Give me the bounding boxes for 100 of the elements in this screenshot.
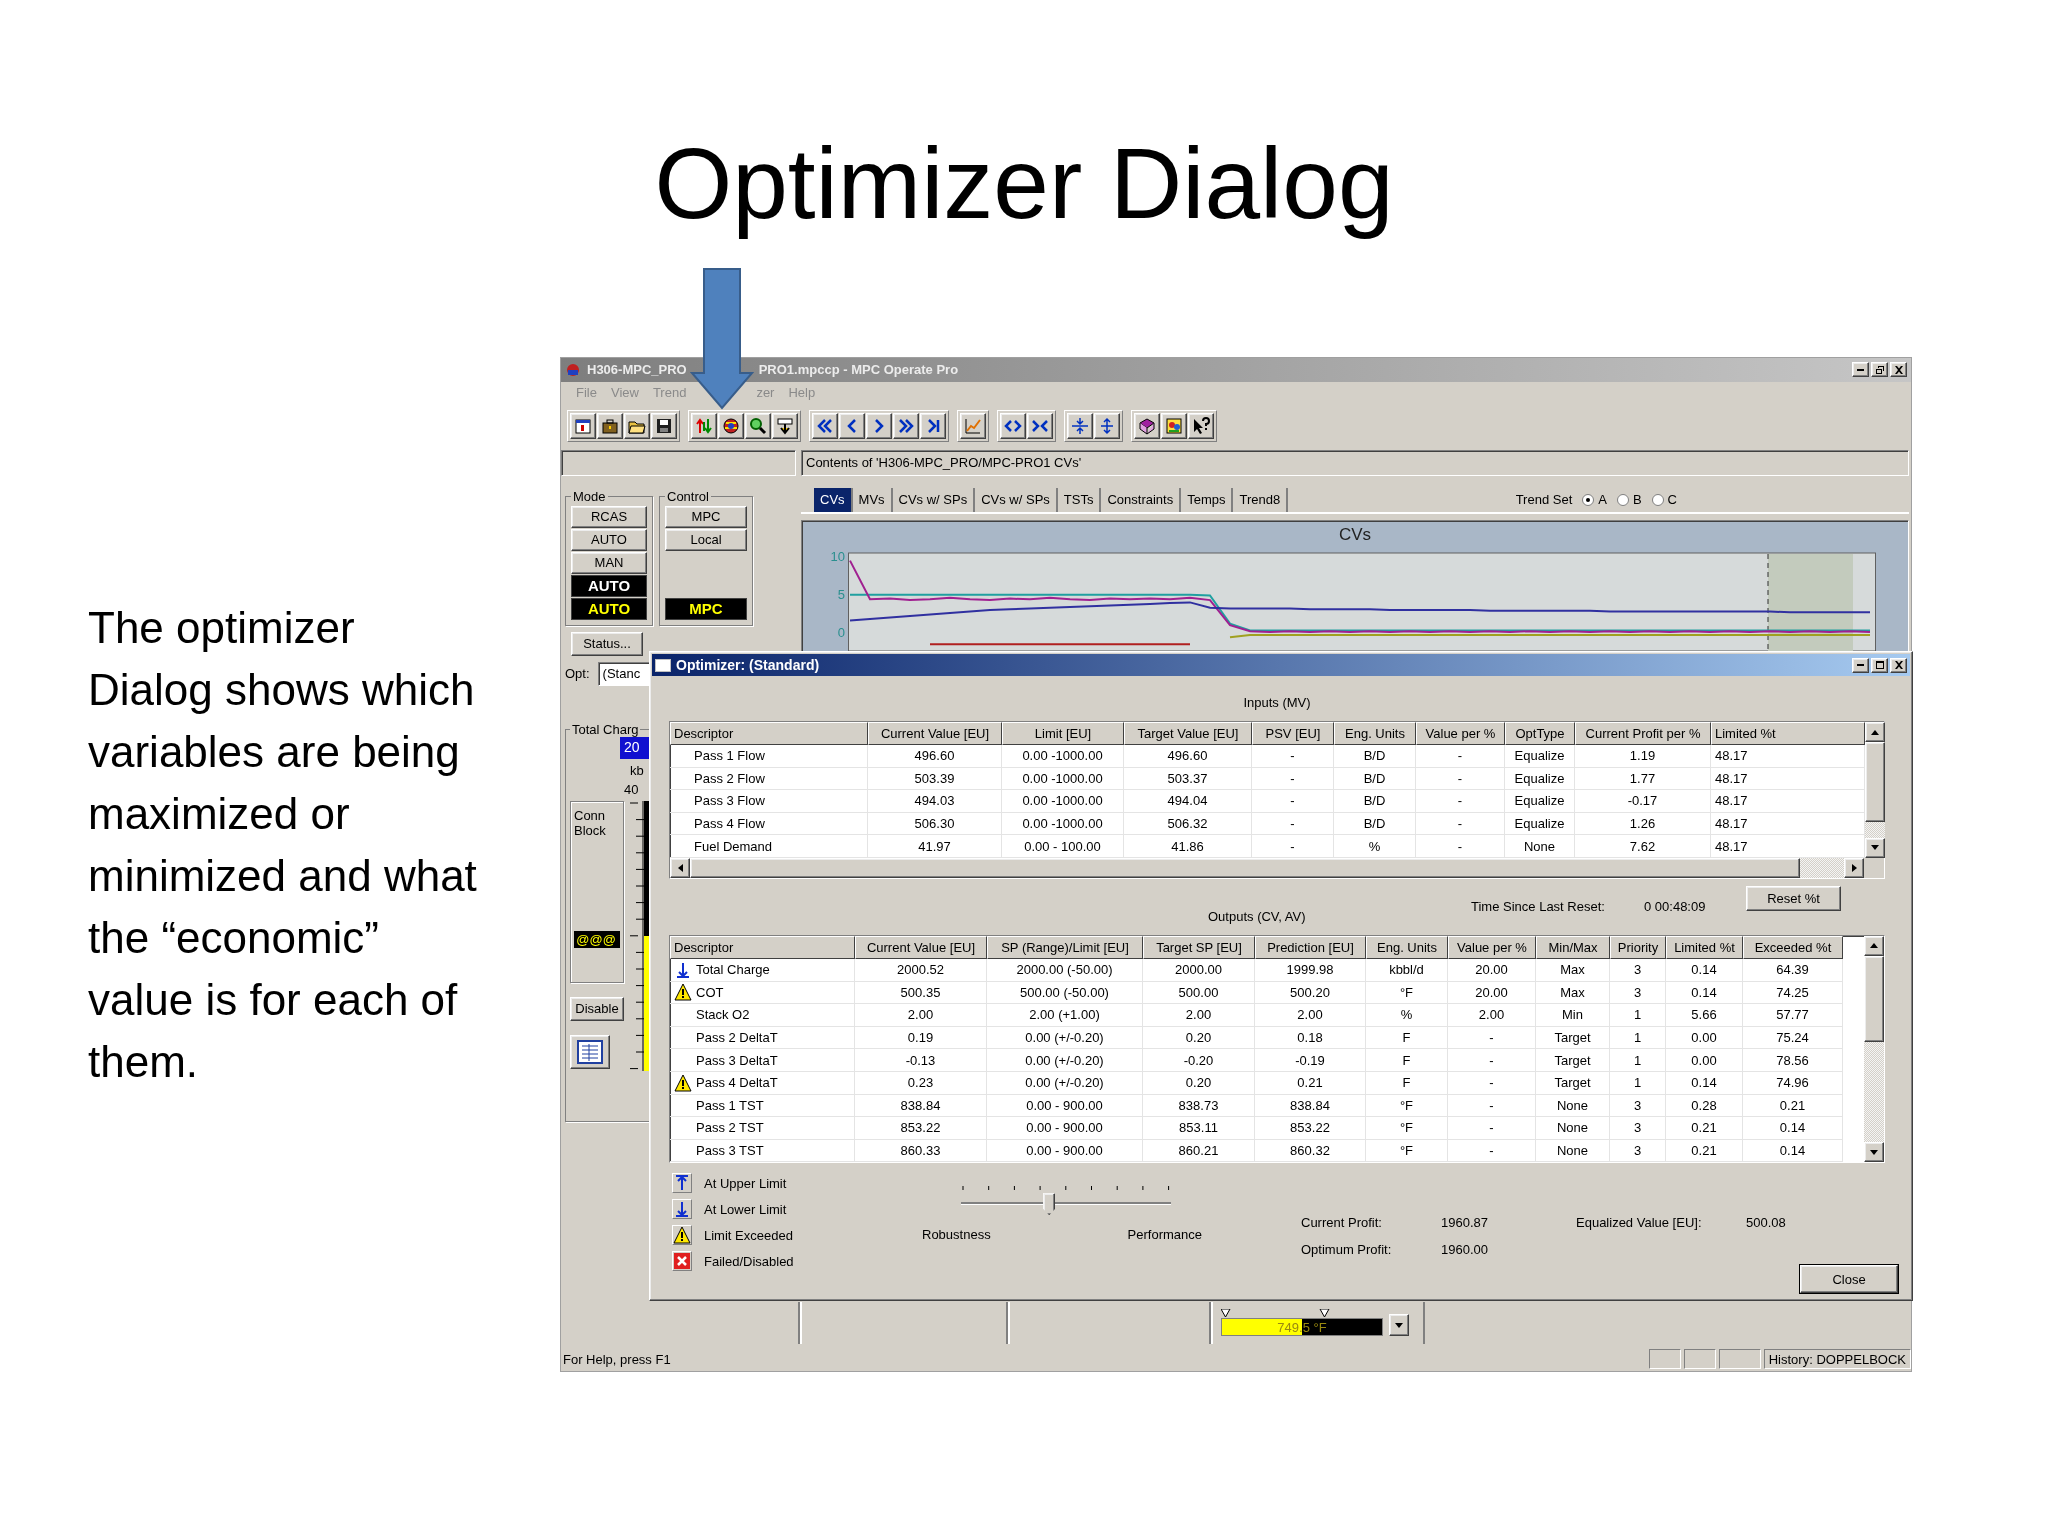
column-header[interactable]: Descriptor — [670, 935, 855, 959]
scrollbar-thumb[interactable] — [1865, 742, 1885, 822]
minimize-button[interactable] — [1852, 657, 1869, 673]
status-button[interactable]: Status... — [571, 631, 643, 656]
table-cell: 0.23 — [907, 1075, 934, 1091]
close-button[interactable] — [1890, 362, 1907, 378]
error-icon — [673, 1252, 691, 1271]
table-cell: Total Charge — [696, 962, 770, 978]
column-header[interactable]: Value per % — [1416, 722, 1505, 745]
mode-button[interactable]: MAN — [571, 551, 647, 574]
column-header[interactable]: Eng. Units — [1366, 935, 1448, 959]
column-header[interactable]: Target SP [EU] — [1143, 935, 1255, 959]
toolbar-button[interactable] — [624, 413, 650, 440]
column-header[interactable]: Priority — [1610, 935, 1666, 959]
mode-button[interactable]: MPC — [665, 505, 747, 528]
column-header[interactable]: Eng. Units — [1334, 722, 1416, 745]
dialog-title: Optimizer: (Standard) — [676, 657, 820, 673]
column-header[interactable]: Limit [EU] — [1002, 722, 1124, 745]
column-header[interactable]: SP (Range)/Limit [EU] — [987, 935, 1143, 959]
toolbar-button[interactable] — [1161, 413, 1187, 440]
radio-button[interactable]: A — [1582, 492, 1607, 508]
column-header[interactable]: Exceeded %t — [1743, 935, 1843, 959]
dropdown-button[interactable] — [1389, 1314, 1409, 1337]
toolbar-button[interactable] — [597, 413, 623, 440]
scrollbar-thumb[interactable] — [1864, 955, 1884, 1042]
tab[interactable]: CVs — [814, 487, 853, 512]
mode-indicator[interactable]: AUTO — [571, 597, 647, 620]
column-header[interactable]: OptType — [1505, 722, 1575, 745]
toolbar-button[interactable] — [651, 413, 677, 440]
toolbar-button[interactable] — [718, 413, 744, 440]
toolbar-button[interactable] — [1000, 413, 1026, 440]
restore-button[interactable] — [1871, 362, 1888, 378]
scroll-down-button[interactable] — [1865, 837, 1885, 858]
slide-text: The optimizer Dialog shows which variables are being maximized or minimized and what the “economic” value is for each of them. — [88, 602, 478, 1088]
radio-button[interactable]: C — [1651, 492, 1677, 508]
column-header[interactable]: Target Value [EU] — [1124, 722, 1252, 745]
toolbar-button[interactable] — [745, 413, 771, 440]
chart-title: CVs — [1338, 524, 1372, 545]
toolbar-button[interactable] — [691, 413, 717, 440]
arrows-in-icon — [1071, 417, 1089, 436]
table-cell: Equalize — [1514, 793, 1565, 809]
close-button[interactable] — [1890, 657, 1907, 673]
table-cell: Pass 2 TST — [696, 1120, 764, 1136]
column-header[interactable]: Current Value [EU] — [855, 935, 987, 959]
column-header[interactable]: Min/Max — [1536, 935, 1610, 959]
toolbar-button[interactable] — [839, 413, 865, 440]
close-dialog-button[interactable]: Close — [1800, 1265, 1898, 1294]
toolbar-button[interactable] — [772, 413, 798, 440]
scroll-down-button[interactable] — [1864, 1142, 1884, 1163]
scroll-left-button[interactable] — [670, 857, 690, 878]
mode-button[interactable]: Local — [665, 528, 747, 551]
toolbar-button[interactable] — [866, 413, 892, 440]
column-header[interactable]: PSV [EU] — [1252, 722, 1334, 745]
toolbar-button[interactable] — [1067, 413, 1093, 440]
scroll-up-button[interactable] — [1865, 722, 1885, 742]
table-cell: 0.21 — [1779, 1097, 1806, 1113]
toolbar-button[interactable] — [920, 413, 946, 440]
toolbar-button[interactable] — [1134, 413, 1160, 440]
table-cell: B/D — [1363, 748, 1386, 764]
scroll-up-button[interactable] — [1864, 935, 1884, 956]
mode-button[interactable]: AUTO — [571, 528, 647, 551]
disable-button[interactable]: Disable — [570, 996, 624, 1021]
equalized-value: 500.08 — [1746, 1215, 1787, 1231]
column-header[interactable]: Current Value [EU] — [868, 722, 1002, 745]
column-header[interactable]: Limited %t — [1666, 935, 1743, 959]
toolbar-button[interactable] — [1188, 413, 1214, 440]
toolbar-button[interactable] — [812, 413, 838, 440]
scroll-right-button[interactable] — [1844, 857, 1864, 878]
table-cell: Pass 3 DeltaT — [696, 1052, 778, 1068]
table-cell: 0.14 — [1779, 1143, 1806, 1158]
minimize-button[interactable] — [1852, 362, 1869, 378]
slider-track[interactable] — [961, 1183, 1171, 1216]
mode-button[interactable]: RCAS — [571, 505, 647, 528]
maximize-button[interactable] — [1871, 657, 1888, 673]
table-cell: 0.21 — [1691, 1120, 1717, 1136]
toolbar-button[interactable] — [1094, 413, 1120, 440]
table-cell: - — [1457, 770, 1463, 786]
column-header[interactable]: Value per % — [1448, 935, 1536, 959]
legend-label: Limit Exceeded — [704, 1227, 793, 1243]
mode-indicator[interactable]: MPC — [665, 597, 747, 620]
table-cell: Max — [1560, 962, 1585, 978]
table-cell: 57.77 — [1776, 1007, 1809, 1023]
slider-thumb[interactable] — [1043, 1193, 1056, 1216]
table-cell: 2000.00 — [1175, 962, 1222, 978]
table-cell: °F — [1399, 1143, 1414, 1158]
table-button[interactable] — [570, 1034, 610, 1069]
column-header[interactable]: Descriptor — [670, 722, 868, 745]
column-header[interactable]: Limited %t — [1711, 722, 1865, 745]
table-cell: Stack O2 — [696, 1007, 750, 1023]
radio-button[interactable]: B — [1616, 492, 1642, 508]
table-cell: None — [1556, 1120, 1589, 1136]
table-cell: F — [1402, 1030, 1411, 1046]
mode-indicator[interactable]: AUTO — [571, 574, 647, 597]
toolbar-button[interactable] — [570, 413, 596, 440]
slide-title: Optimizer Dialog — [653, 126, 1395, 241]
reset-button[interactable]: Reset %t — [1746, 886, 1841, 912]
column-header[interactable]: Prediction [EU] — [1255, 935, 1366, 959]
toolbar-button[interactable] — [893, 413, 919, 440]
column-header[interactable]: Current Profit per % — [1575, 722, 1711, 745]
toolbar-button[interactable] — [1027, 413, 1053, 440]
